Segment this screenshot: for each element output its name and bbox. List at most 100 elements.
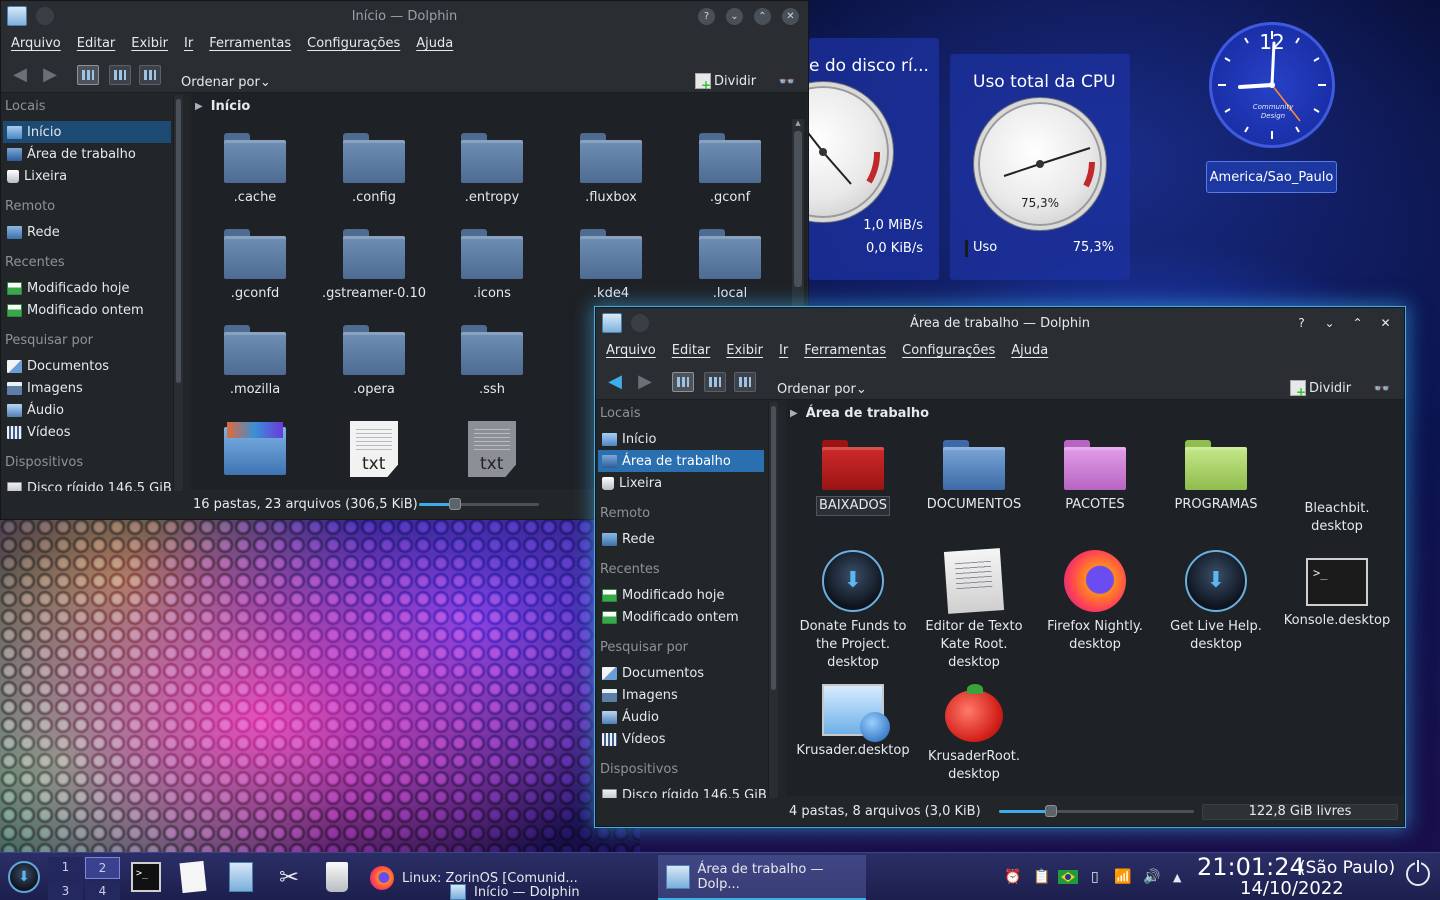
icons-view-icon[interactable] bbox=[672, 372, 694, 392]
place-imagens[interactable]: Imagens bbox=[598, 684, 678, 706]
breadcrumb[interactable]: ▶ Início bbox=[195, 99, 250, 114]
menu-ajuda[interactable]: Ajuda bbox=[1011, 340, 1048, 364]
desktop-3[interactable]: 3 bbox=[48, 881, 83, 900]
menu-ir[interactable]: Ir bbox=[779, 340, 788, 364]
folder-item[interactable]: .kde4 bbox=[552, 229, 670, 303]
breadcrumb[interactable]: ▶ Área de trabalho bbox=[790, 406, 929, 421]
menu-exibir[interactable]: Exibir bbox=[726, 340, 763, 364]
places-scrollbar[interactable] bbox=[173, 95, 183, 503]
place-lixeira[interactable]: Lixeira bbox=[3, 165, 67, 187]
place-modificado-hoje[interactable]: Modificado hoje bbox=[598, 584, 724, 606]
folder-item[interactable] bbox=[196, 422, 314, 475]
folder-item[interactable]: .fluxbox bbox=[552, 133, 670, 207]
desktop-file-item[interactable]: Bleachbit. desktop bbox=[1278, 494, 1396, 536]
menu-arquivo[interactable]: Arquivo bbox=[606, 340, 656, 364]
back-arrow-icon[interactable]: ◀ bbox=[604, 372, 626, 392]
breadcrumb-current[interactable]: Início bbox=[211, 99, 251, 114]
panel-clock-time[interactable]: 21:01:24 bbox=[1197, 853, 1305, 881]
menu-ferramentas[interactable]: Ferramentas bbox=[209, 33, 291, 57]
folder-item[interactable]: PROGRAMAS bbox=[1157, 440, 1275, 514]
brazil-flag-keyboard-icon[interactable] bbox=[1058, 870, 1078, 884]
place-audio[interactable]: Áudio bbox=[598, 706, 659, 728]
folder-item[interactable]: .icons bbox=[433, 229, 551, 303]
split-button[interactable]: Dividir bbox=[1290, 380, 1351, 399]
timezone-label[interactable]: America/Sao_Paulo bbox=[1206, 161, 1337, 193]
close-button[interactable]: ✕ bbox=[1377, 315, 1394, 332]
desktop-file-item[interactable]: Krusader.desktop bbox=[794, 684, 912, 760]
tray-expand-icon[interactable]: ▲ bbox=[1173, 871, 1181, 884]
virtual-desktop-pager[interactable]: 1 2 3 4 bbox=[48, 857, 120, 900]
menu-exibir[interactable]: Exibir bbox=[131, 33, 168, 57]
sort-button[interactable]: Ordenar por⌄ bbox=[181, 75, 271, 90]
place-modificado-ontem[interactable]: Modificado ontem bbox=[3, 299, 144, 321]
scrollbar-thumb[interactable] bbox=[771, 406, 776, 690]
desktop-4[interactable]: 4 bbox=[85, 881, 120, 900]
place-lixeira[interactable]: Lixeira bbox=[598, 472, 662, 494]
zoom-handle[interactable] bbox=[1045, 805, 1057, 817]
icons-view-icon[interactable] bbox=[77, 65, 99, 85]
scroll-up-icon[interactable]: ▲ bbox=[792, 119, 804, 129]
application-launcher-icon[interactable] bbox=[8, 861, 40, 893]
alarm-icon[interactable]: ⏰ bbox=[1004, 869, 1021, 885]
titlebar[interactable]: Área de trabalho — Dolphin ? ⌄ ⌃ ✕ bbox=[596, 308, 1404, 340]
details-view-icon[interactable] bbox=[109, 65, 131, 85]
folder-item[interactable]: .mozilla bbox=[196, 325, 314, 399]
forward-arrow-icon[interactable]: ▶ bbox=[634, 372, 656, 392]
desktop-file-item[interactable]: KrusaderRoot. desktop bbox=[915, 684, 1033, 784]
scrollbar-thumb[interactable] bbox=[794, 131, 802, 287]
place-documentos[interactable]: Documentos bbox=[3, 355, 109, 377]
folder-item[interactable]: BAIXADOS bbox=[794, 440, 912, 516]
text-editor-launcher-icon[interactable] bbox=[179, 860, 207, 894]
menu-arquivo[interactable]: Arquivo bbox=[11, 33, 61, 57]
menu-editar[interactable]: Editar bbox=[77, 33, 116, 57]
place-videos[interactable]: Vídeos bbox=[3, 421, 70, 443]
zoom-slider[interactable] bbox=[419, 498, 539, 510]
columns-view-icon[interactable] bbox=[734, 372, 756, 392]
maximize-button[interactable]: ⌃ bbox=[754, 8, 771, 25]
desktop-2[interactable]: 2 bbox=[85, 857, 120, 879]
wifi-icon[interactable]: 📶 bbox=[1114, 869, 1131, 885]
task-dolphin-area[interactable]: Área de trabalho — Dolp... bbox=[658, 855, 866, 900]
menu-configuracoes[interactable]: Configurações bbox=[307, 33, 400, 57]
desktop-file-item[interactable]: Get Live Help. desktop bbox=[1157, 550, 1275, 654]
help-button[interactable]: ? bbox=[1293, 315, 1310, 332]
menu-ir[interactable]: Ir bbox=[184, 33, 193, 57]
menu-ferramentas[interactable]: Ferramentas bbox=[804, 340, 886, 364]
zoom-slider[interactable] bbox=[999, 805, 1194, 817]
search-binoculars-icon[interactable]: 👓 bbox=[1373, 381, 1390, 397]
panel-clock-timezone[interactable]: (São Paulo) bbox=[1299, 858, 1395, 878]
minimize-button[interactable]: ⌄ bbox=[1321, 315, 1338, 332]
titlebar[interactable]: Início — Dolphin ? ⌄ ⌃ ✕ bbox=[1, 1, 808, 33]
analog-clock[interactable]: 12 Community Design bbox=[1209, 22, 1335, 148]
place-area-de-trabalho[interactable]: Área de trabalho bbox=[598, 450, 764, 472]
folder-item[interactable]: PACOTES bbox=[1036, 440, 1154, 514]
folder-item[interactable]: .cache bbox=[196, 133, 314, 207]
desktop-1[interactable]: 1 bbox=[48, 857, 83, 879]
columns-view-icon[interactable] bbox=[139, 65, 161, 85]
menu-configuracoes[interactable]: Configurações bbox=[902, 340, 995, 364]
menu-editar[interactable]: Editar bbox=[672, 340, 711, 364]
volume-icon[interactable]: 🔊 bbox=[1143, 869, 1160, 885]
folder-item[interactable]: .gstreamer-0.10 bbox=[315, 229, 433, 303]
folder-item[interactable]: .gconfd bbox=[196, 229, 314, 303]
place-modificado-hoje[interactable]: Modificado hoje bbox=[3, 277, 129, 299]
folder-item[interactable]: .gconf bbox=[671, 133, 789, 207]
folder-item[interactable]: .config bbox=[315, 133, 433, 207]
clipboard-icon[interactable]: 📋 bbox=[1033, 869, 1050, 885]
folder-item[interactable]: .entropy bbox=[433, 133, 551, 207]
scrollbar-thumb[interactable] bbox=[176, 99, 181, 383]
power-icon[interactable] bbox=[1406, 860, 1430, 886]
disk-activity-widget[interactable]: e do disco rí... 1,0 MiB/s 0,0 KiB/s bbox=[753, 38, 939, 280]
folder-item[interactable]: .opera bbox=[315, 325, 433, 399]
panel-clock-date[interactable]: 14/10/2022 bbox=[1240, 878, 1344, 899]
text-file-item[interactable]: txt bbox=[433, 421, 551, 477]
text-file-item[interactable]: txt bbox=[315, 421, 433, 477]
desktop-file-item[interactable]: Konsole.desktop bbox=[1278, 550, 1396, 630]
place-audio[interactable]: Áudio bbox=[3, 399, 64, 421]
minimize-button[interactable]: ⌄ bbox=[726, 8, 743, 25]
place-inicio[interactable]: Início bbox=[3, 121, 171, 143]
menu-ajuda[interactable]: Ajuda bbox=[416, 33, 453, 57]
desktop-file-item[interactable]: Editor de Texto Kate Root. desktop bbox=[915, 548, 1033, 672]
place-area-de-trabalho[interactable]: Área de trabalho bbox=[3, 143, 136, 165]
folder-item[interactable]: .ssh bbox=[433, 325, 551, 399]
